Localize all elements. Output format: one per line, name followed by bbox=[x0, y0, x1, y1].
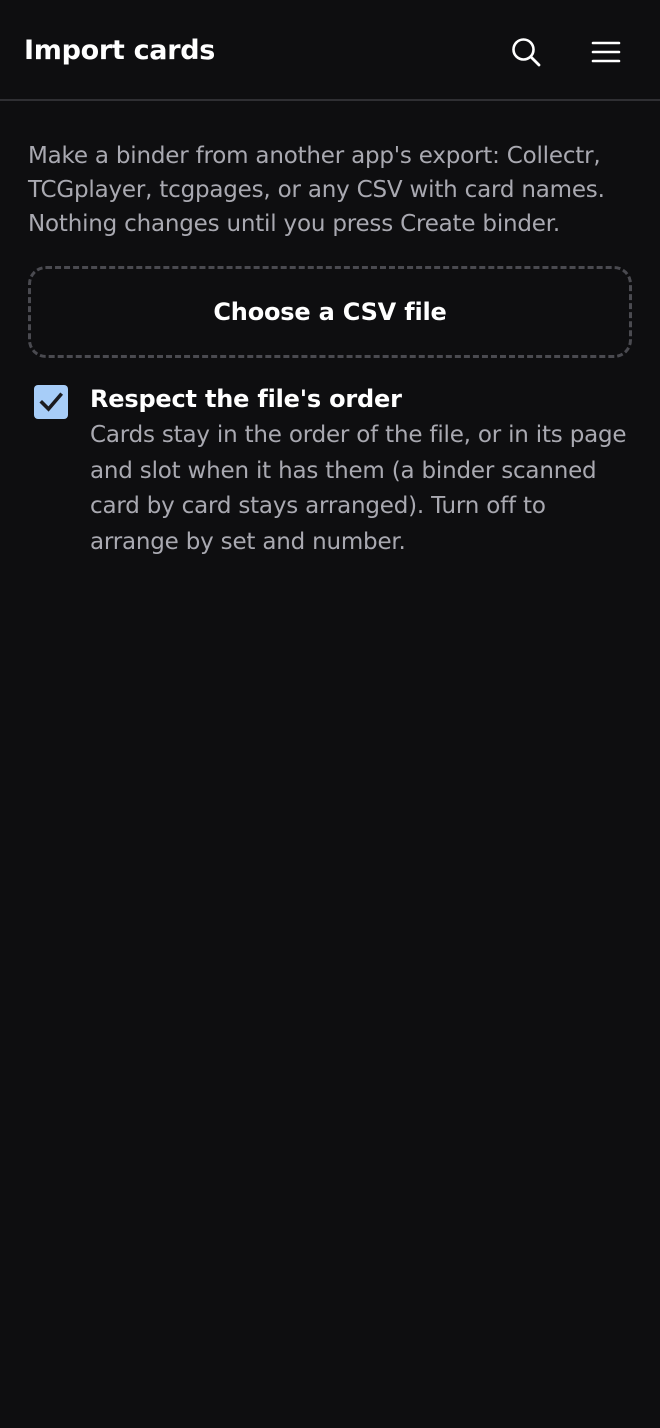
intro-text: Make a binder from another app's export:… bbox=[28, 143, 605, 237]
respect-order-checkbox[interactable] bbox=[34, 385, 68, 419]
search-icon bbox=[512, 38, 541, 67]
menu-button[interactable] bbox=[584, 30, 628, 74]
choose-csv-file-button[interactable]: Choose a CSV file bbox=[28, 266, 632, 358]
search-button[interactable] bbox=[504, 30, 548, 74]
checkmark-icon bbox=[39, 392, 64, 412]
app-header: Import cards bbox=[0, 0, 660, 101]
choose-csv-file-label: Choose a CSV file bbox=[213, 298, 447, 326]
page-title: Import cards bbox=[24, 35, 216, 66]
respect-order-title: Respect the file's order bbox=[90, 385, 402, 413]
hamburger-menu-icon bbox=[591, 41, 621, 63]
respect-order-description: Cards stay in the order of the file, or … bbox=[90, 422, 627, 555]
